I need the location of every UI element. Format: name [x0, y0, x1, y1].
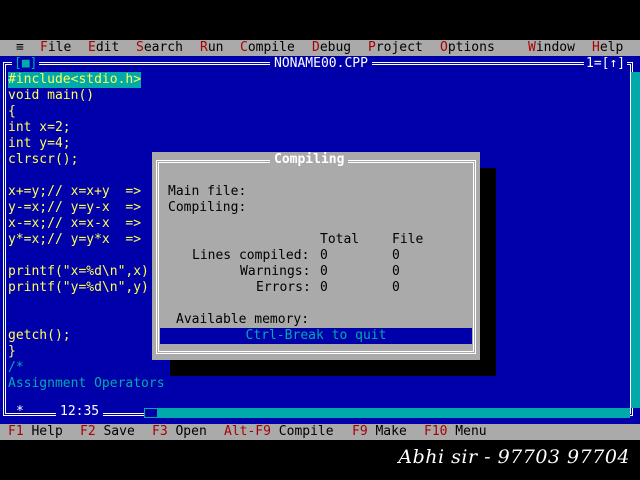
menu-project-hotkey: P	[368, 40, 376, 55]
code-line[interactable]: printf("x=%d\n",x)	[8, 264, 149, 280]
column-file: File	[392, 232, 424, 247]
code-line[interactable]: getch();	[8, 328, 71, 344]
code-line[interactable]: int x=2;	[8, 120, 71, 136]
column-total: Total	[320, 232, 360, 247]
status-help-label: Help	[23, 424, 63, 439]
errors-label: Errors:	[256, 280, 311, 295]
horizontal-scrollbar[interactable]	[144, 408, 630, 418]
status-compile-label: Compile	[270, 424, 334, 439]
status-make[interactable]: F9 Make	[352, 424, 407, 440]
menu-options[interactable]: Options	[440, 40, 495, 56]
errors-file: 0	[392, 280, 400, 295]
code-line[interactable]: y-=x;// y=y-x =>	[8, 200, 141, 216]
modified-indicator: *	[16, 404, 24, 419]
lines-compiled-label: Lines compiled:	[192, 248, 310, 263]
menu-help-hotkey: H	[592, 40, 600, 55]
status-make-label: Make	[367, 424, 407, 439]
status-menu-key: F10	[424, 424, 448, 439]
menu-options-label: ptions	[447, 40, 495, 55]
menu-project-label: roject	[375, 40, 423, 55]
menu-bar: ≡ File Edit Search Run Compile Debug Pro…	[0, 40, 640, 56]
status-open-label: Open	[167, 424, 207, 439]
warnings-label: Warnings:	[240, 264, 311, 279]
code-line[interactable]: void main()	[8, 88, 94, 104]
status-menu-label: Menu	[447, 424, 487, 439]
code-line[interactable]: x-=x;// x=x-x =>	[8, 216, 141, 232]
status-compile-key: Alt-F9	[224, 424, 271, 439]
window-close-button[interactable]: [■]	[12, 56, 40, 72]
status-help-key: F1	[8, 424, 24, 439]
compiling-dialog: Compiling Main file: Compiling: Total Fi…	[152, 152, 480, 360]
menu-compile-label: ompile	[247, 40, 295, 55]
ctrl-break-quit-bar[interactable]: Ctrl-Break to quit	[160, 328, 472, 344]
menu-file-label: ile	[47, 40, 72, 55]
cursor-position: 12:35	[56, 404, 104, 420]
menu-search-label: earch	[143, 40, 183, 55]
warnings-total: 0	[320, 264, 328, 279]
status-open-key: F3	[152, 424, 168, 439]
menu-options-hotkey: O	[440, 40, 448, 55]
code-line[interactable]: }	[8, 344, 16, 360]
menu-edit-label: dit	[95, 40, 120, 55]
lines-compiled-file: 0	[392, 248, 400, 263]
window-title: NONAME00.CPP	[270, 56, 372, 72]
status-make-key: F9	[352, 424, 368, 439]
menu-compile[interactable]: Compile	[240, 40, 295, 56]
vertical-scrollbar[interactable]	[631, 72, 640, 408]
main-file-label: Main file:	[168, 184, 247, 199]
status-save-key: F2	[80, 424, 96, 439]
menu-run-hotkey: R	[200, 40, 208, 55]
code-line[interactable]: y*=x;// y=y*x =>	[8, 232, 141, 248]
code-line[interactable]: x+=y;// x=x+y =>	[8, 184, 141, 200]
window-number-zoom[interactable]: 1=[↑]	[584, 56, 628, 72]
menu-edit-hotkey: E	[88, 40, 96, 55]
status-help[interactable]: F1 Help	[8, 424, 63, 440]
menu-run[interactable]: Run	[200, 40, 223, 56]
menu-help[interactable]: Help	[592, 40, 623, 56]
menu-debug[interactable]: Debug	[312, 40, 351, 56]
status-menu[interactable]: F10 Menu	[424, 424, 487, 440]
menu-window-hotkey: W	[528, 40, 536, 55]
code-line[interactable]: int y=4;	[8, 136, 71, 152]
horizontal-scroll-thumb[interactable]	[144, 408, 158, 418]
menu-file-hotkey: F	[40, 40, 48, 55]
code-line[interactable]: Assignment Operators	[8, 376, 165, 392]
compiling-label: Compiling:	[168, 200, 247, 215]
menu-file[interactable]: File	[40, 40, 71, 56]
status-bar: F1 Help F2 Save F3 Open Alt-F9 Compile F…	[0, 424, 640, 440]
menu-run-label: un	[207, 40, 224, 55]
status-open[interactable]: F3 Open	[152, 424, 207, 440]
menu-project[interactable]: Project	[368, 40, 423, 56]
menu-window-label: indow	[535, 40, 575, 55]
code-line[interactable]: clrscr();	[8, 152, 78, 168]
errors-total: 0	[320, 280, 328, 295]
code-line[interactable]: #include<stdio.h>	[8, 72, 142, 88]
dialog-title: Compiling	[270, 152, 349, 168]
menu-window[interactable]: Window	[528, 40, 575, 56]
available-memory-label: Available memory:	[176, 312, 310, 327]
warnings-file: 0	[392, 264, 400, 279]
system-menu[interactable]: ≡	[16, 40, 24, 56]
menu-compile-hotkey: C	[240, 40, 248, 55]
menu-debug-hotkey: D	[312, 40, 320, 55]
code-line[interactable]: {	[8, 104, 16, 120]
menu-search[interactable]: Search	[136, 40, 183, 56]
status-save[interactable]: F2 Save	[80, 424, 135, 440]
status-save-label: Save	[95, 424, 135, 439]
menu-search-hotkey: S	[136, 40, 144, 55]
code-line[interactable]: printf("y=%d\n",y)	[8, 280, 149, 296]
status-compile[interactable]: Alt-F9 Compile	[224, 424, 334, 440]
menu-help-label: elp	[599, 40, 624, 55]
watermark-text: Abhi sir - 97703 97704	[398, 446, 630, 468]
code-line[interactable]: /*	[8, 360, 24, 376]
menu-debug-label: ebug	[319, 40, 352, 55]
menu-edit[interactable]: Edit	[88, 40, 119, 56]
lines-compiled-total: 0	[320, 248, 328, 263]
